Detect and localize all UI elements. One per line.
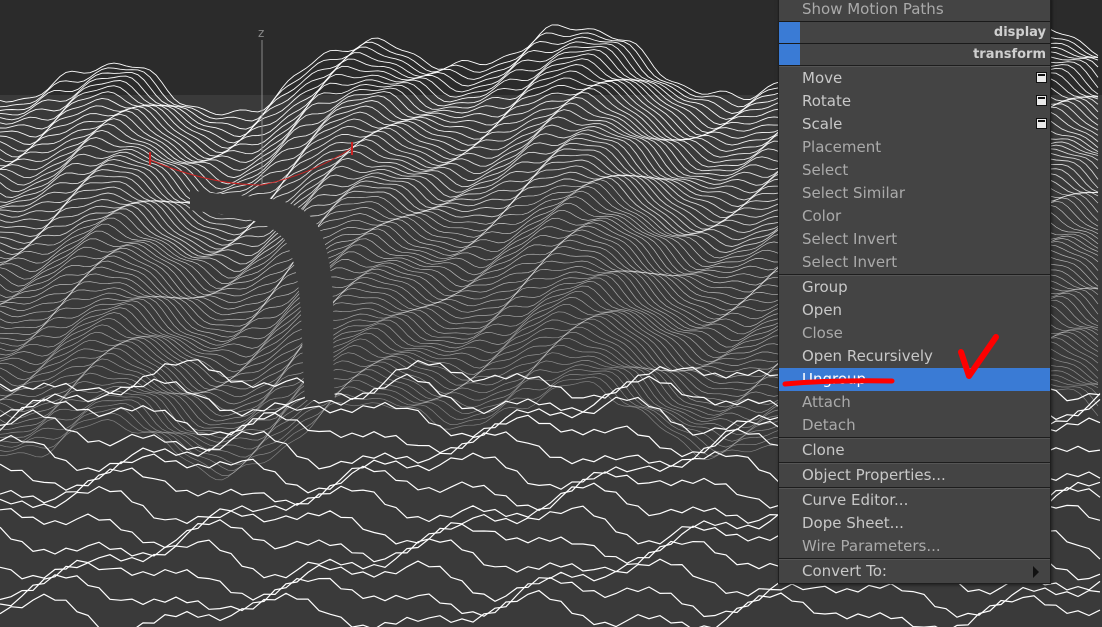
section-tab bbox=[779, 22, 800, 43]
menu-item-object-properties[interactable]: Object Properties... bbox=[779, 464, 1050, 487]
menu-item-label: Rotate bbox=[802, 92, 852, 110]
menu-item-curve-editor[interactable]: Curve Editor... bbox=[779, 489, 1050, 512]
submenu-arrow-icon bbox=[1033, 566, 1039, 578]
menu-item-label: Group bbox=[802, 278, 848, 296]
section-tab bbox=[779, 44, 800, 65]
menu-item-label: Show Motion Paths bbox=[802, 0, 944, 18]
menu-item-label: Placement bbox=[802, 138, 882, 156]
rotate-options-icon[interactable] bbox=[1036, 95, 1047, 106]
quad-menu: Show Motion Paths display transform Move… bbox=[778, 0, 1051, 584]
menu-item-label: Select bbox=[802, 161, 849, 179]
menu-item-select[interactable]: Select bbox=[779, 159, 1050, 182]
menu-item-select-invert[interactable]: Select Invert bbox=[779, 228, 1050, 251]
scale-options-icon[interactable] bbox=[1036, 118, 1047, 129]
section-label: transform bbox=[973, 47, 1046, 62]
menu-item-move[interactable]: Move bbox=[779, 67, 1050, 90]
menu-item-label: Dope Sheet... bbox=[802, 514, 904, 532]
section-header-transform[interactable]: transform bbox=[779, 43, 1050, 65]
menu-item-label: Close bbox=[802, 324, 843, 342]
menu-item-label: Select Invert bbox=[802, 253, 898, 271]
menu-item-ungroup[interactable]: Ungroup bbox=[779, 368, 1050, 391]
menu-item-open-recursively[interactable]: Open Recursively bbox=[779, 345, 1050, 368]
menu-item-label: Object Properties... bbox=[802, 466, 946, 484]
menu-item-label: Clone bbox=[802, 441, 845, 459]
menu-item-select-invert-2[interactable]: Select Invert bbox=[779, 251, 1050, 274]
menu-item-label: Move bbox=[802, 69, 843, 87]
section-header-display[interactable]: display bbox=[779, 21, 1050, 43]
menu-item-close[interactable]: Close bbox=[779, 322, 1050, 345]
menu-item-clone[interactable]: Clone bbox=[779, 439, 1050, 462]
menu-item-attach[interactable]: Attach bbox=[779, 391, 1050, 414]
menu-item-label: Select Similar bbox=[802, 184, 906, 202]
z-axis-label: z bbox=[258, 26, 265, 40]
menu-item-label: Select Invert bbox=[802, 230, 898, 248]
menu-item-label: Wire Parameters... bbox=[802, 537, 941, 555]
menu-item-label: Color bbox=[802, 207, 842, 225]
menu-item-color[interactable]: Color bbox=[779, 205, 1050, 228]
menu-item-group[interactable]: Group bbox=[779, 276, 1050, 299]
menu-item-label: Open bbox=[802, 301, 843, 319]
menu-item-wire-parameters[interactable]: Wire Parameters... bbox=[779, 535, 1050, 558]
menu-item-dope-sheet[interactable]: Dope Sheet... bbox=[779, 512, 1050, 535]
menu-item-label: Open Recursively bbox=[802, 347, 933, 365]
menu-item-detach[interactable]: Detach bbox=[779, 414, 1050, 437]
menu-item-scale[interactable]: Scale bbox=[779, 113, 1050, 136]
section-label: display bbox=[993, 25, 1046, 40]
menu-item-rotate[interactable]: Rotate bbox=[779, 90, 1050, 113]
menu-item-placement[interactable]: Placement bbox=[779, 136, 1050, 159]
menu-item-label: Detach bbox=[802, 416, 856, 434]
menu-item-label: Curve Editor... bbox=[802, 491, 909, 509]
menu-item-select-similar[interactable]: Select Similar bbox=[779, 182, 1050, 205]
menu-item-show-motion-paths[interactable]: Show Motion Paths bbox=[779, 0, 1050, 21]
menu-item-label: Convert To: bbox=[802, 562, 887, 580]
move-options-icon[interactable] bbox=[1036, 72, 1047, 83]
menu-item-label: Ungroup bbox=[802, 370, 867, 388]
menu-item-convert-to[interactable]: Convert To: bbox=[779, 560, 1050, 583]
menu-item-open[interactable]: Open bbox=[779, 299, 1050, 322]
menu-item-label: Attach bbox=[802, 393, 851, 411]
menu-item-label: Scale bbox=[802, 115, 843, 133]
